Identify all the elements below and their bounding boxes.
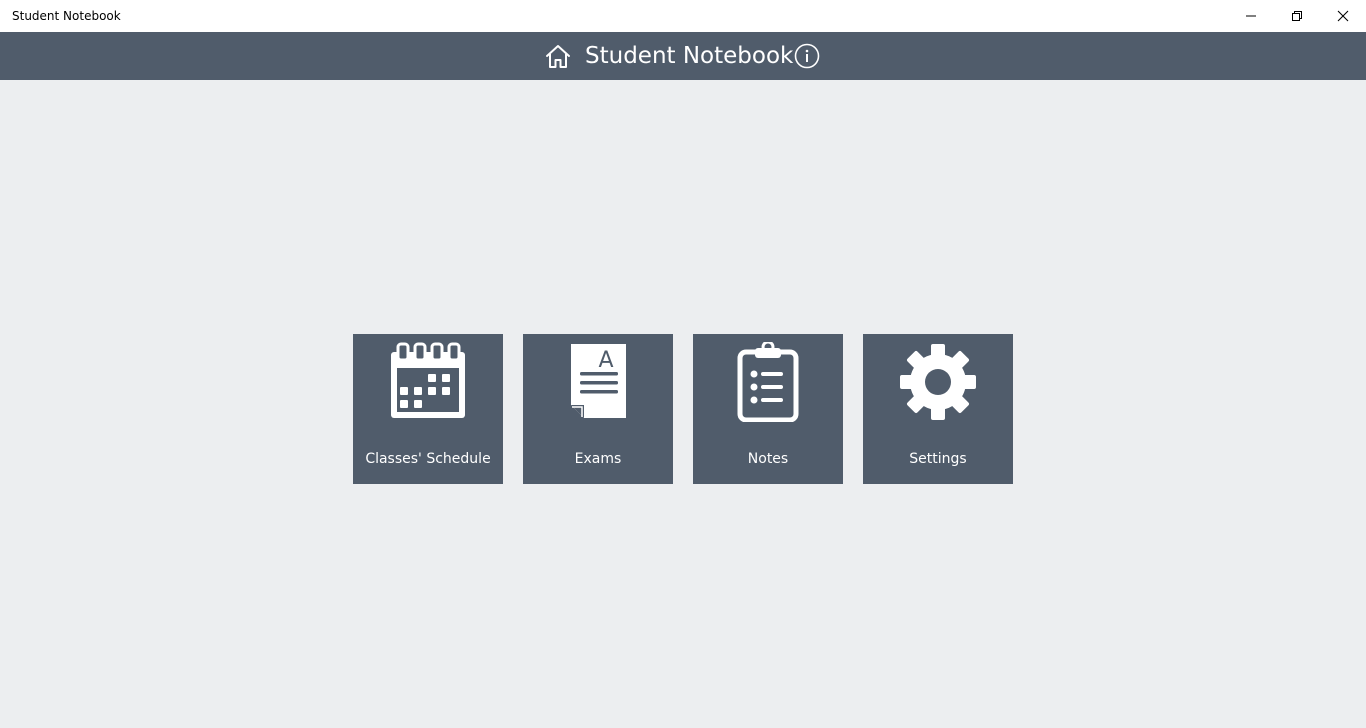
calendar-icon (391, 342, 465, 418)
restore-button[interactable] (1274, 0, 1320, 32)
info-icon[interactable] (794, 43, 820, 69)
exam-document-icon: A (571, 344, 626, 418)
tile-label: Settings (909, 451, 967, 467)
page-title: Student Notebook (585, 43, 794, 69)
notes-tile[interactable]: Notes (693, 334, 843, 484)
tile-label: Exams (574, 451, 622, 467)
close-icon (1337, 10, 1349, 22)
window-title: Student Notebook (12, 9, 121, 23)
tile-label: Notes (747, 451, 789, 467)
exams-tile[interactable]: A Exams (523, 334, 673, 484)
close-button[interactable] (1320, 0, 1366, 32)
app-header: Student Notebook (0, 32, 1366, 80)
settings-tile[interactable]: Settings (863, 334, 1013, 484)
minimize-button[interactable] (1228, 0, 1274, 32)
restore-icon (1292, 11, 1302, 21)
gear-icon (900, 344, 976, 420)
clipboard-list-icon (737, 342, 799, 422)
tile-label: Classes' Schedule (365, 451, 491, 467)
window-titlebar: Student Notebook (0, 0, 1366, 32)
classes-schedule-tile[interactable]: Classes' Schedule (353, 334, 503, 484)
minimize-icon (1246, 15, 1256, 17)
home-icon[interactable] (544, 43, 572, 71)
svg-text:A: A (598, 348, 613, 373)
